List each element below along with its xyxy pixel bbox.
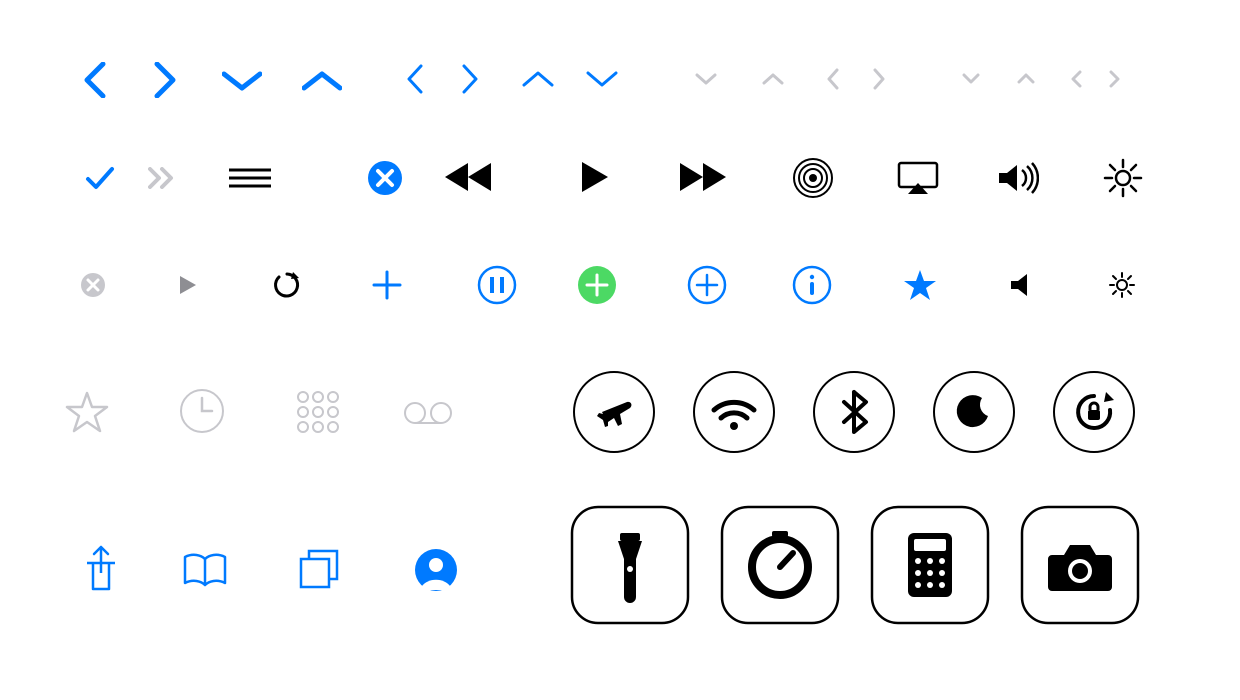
play-icon[interactable] <box>575 158 615 196</box>
star-filled-icon[interactable] <box>900 265 940 305</box>
share-icon[interactable] <box>76 540 126 596</box>
chevron-right-icon[interactable] <box>870 66 888 92</box>
chevron-left-icon[interactable] <box>400 62 430 96</box>
chevron-right-icon[interactable] <box>455 62 485 96</box>
chevron-down-icon[interactable] <box>582 67 622 91</box>
star-outline-icon[interactable] <box>62 388 112 436</box>
pause-circle-icon[interactable] <box>475 263 519 307</box>
airplane-mode-icon[interactable] <box>570 368 658 456</box>
volume-mute-icon[interactable] <box>1005 268 1039 302</box>
flashlight-icon[interactable] <box>570 505 690 625</box>
bluetooth-icon[interactable] <box>810 368 898 456</box>
list-icon[interactable] <box>225 163 275 193</box>
chevron-right-icon[interactable] <box>1108 68 1122 90</box>
rotation-lock-icon[interactable] <box>1050 368 1138 456</box>
fast-forward-icon[interactable] <box>675 158 731 196</box>
brightness-icon[interactable] <box>1100 155 1146 201</box>
tabs-icon[interactable] <box>294 544 344 594</box>
camera-icon[interactable] <box>1020 505 1140 625</box>
chevron-down-icon[interactable] <box>217 66 267 96</box>
voicemail-icon[interactable] <box>400 398 456 428</box>
calculator-icon[interactable] <box>870 505 990 625</box>
wifi-icon[interactable] <box>690 368 778 456</box>
chevron-up-icon[interactable] <box>1015 72 1037 86</box>
airdrop-icon[interactable] <box>790 155 836 201</box>
checkmark-icon <box>80 160 120 196</box>
chevron-up-icon[interactable] <box>518 67 558 91</box>
double-chevron-right-icon[interactable] <box>145 163 181 193</box>
volume-high-icon[interactable] <box>995 158 1041 198</box>
contact-icon[interactable] <box>412 546 460 594</box>
chevron-left-icon[interactable] <box>824 66 842 92</box>
timer-icon[interactable] <box>720 505 840 625</box>
plus-circle-icon[interactable] <box>685 263 729 307</box>
airplay-icon[interactable] <box>895 158 941 198</box>
plus-circle-filled-icon[interactable] <box>575 263 619 307</box>
brightness-small-icon[interactable] <box>1105 268 1139 302</box>
chevron-left-icon[interactable] <box>1070 68 1084 90</box>
chevron-down-icon[interactable] <box>960 72 982 86</box>
plus-icon[interactable] <box>370 268 404 302</box>
chevron-up-icon[interactable] <box>297 66 347 96</box>
play-small-icon[interactable] <box>175 272 201 298</box>
keypad-icon[interactable] <box>293 388 343 436</box>
refresh-icon[interactable] <box>270 268 304 302</box>
close-filled-icon[interactable] <box>365 158 405 198</box>
chevron-left-icon[interactable] <box>75 60 115 100</box>
chevron-up-icon[interactable] <box>760 70 786 88</box>
info-icon[interactable] <box>790 263 834 307</box>
do-not-disturb-icon[interactable] <box>930 368 1018 456</box>
close-icon[interactable] <box>78 270 108 300</box>
clock-icon[interactable] <box>177 386 227 436</box>
rewind-icon[interactable] <box>440 158 496 196</box>
chevron-down-icon[interactable] <box>693 70 719 88</box>
book-icon[interactable] <box>178 548 232 592</box>
chevron-right-icon[interactable] <box>145 60 185 100</box>
